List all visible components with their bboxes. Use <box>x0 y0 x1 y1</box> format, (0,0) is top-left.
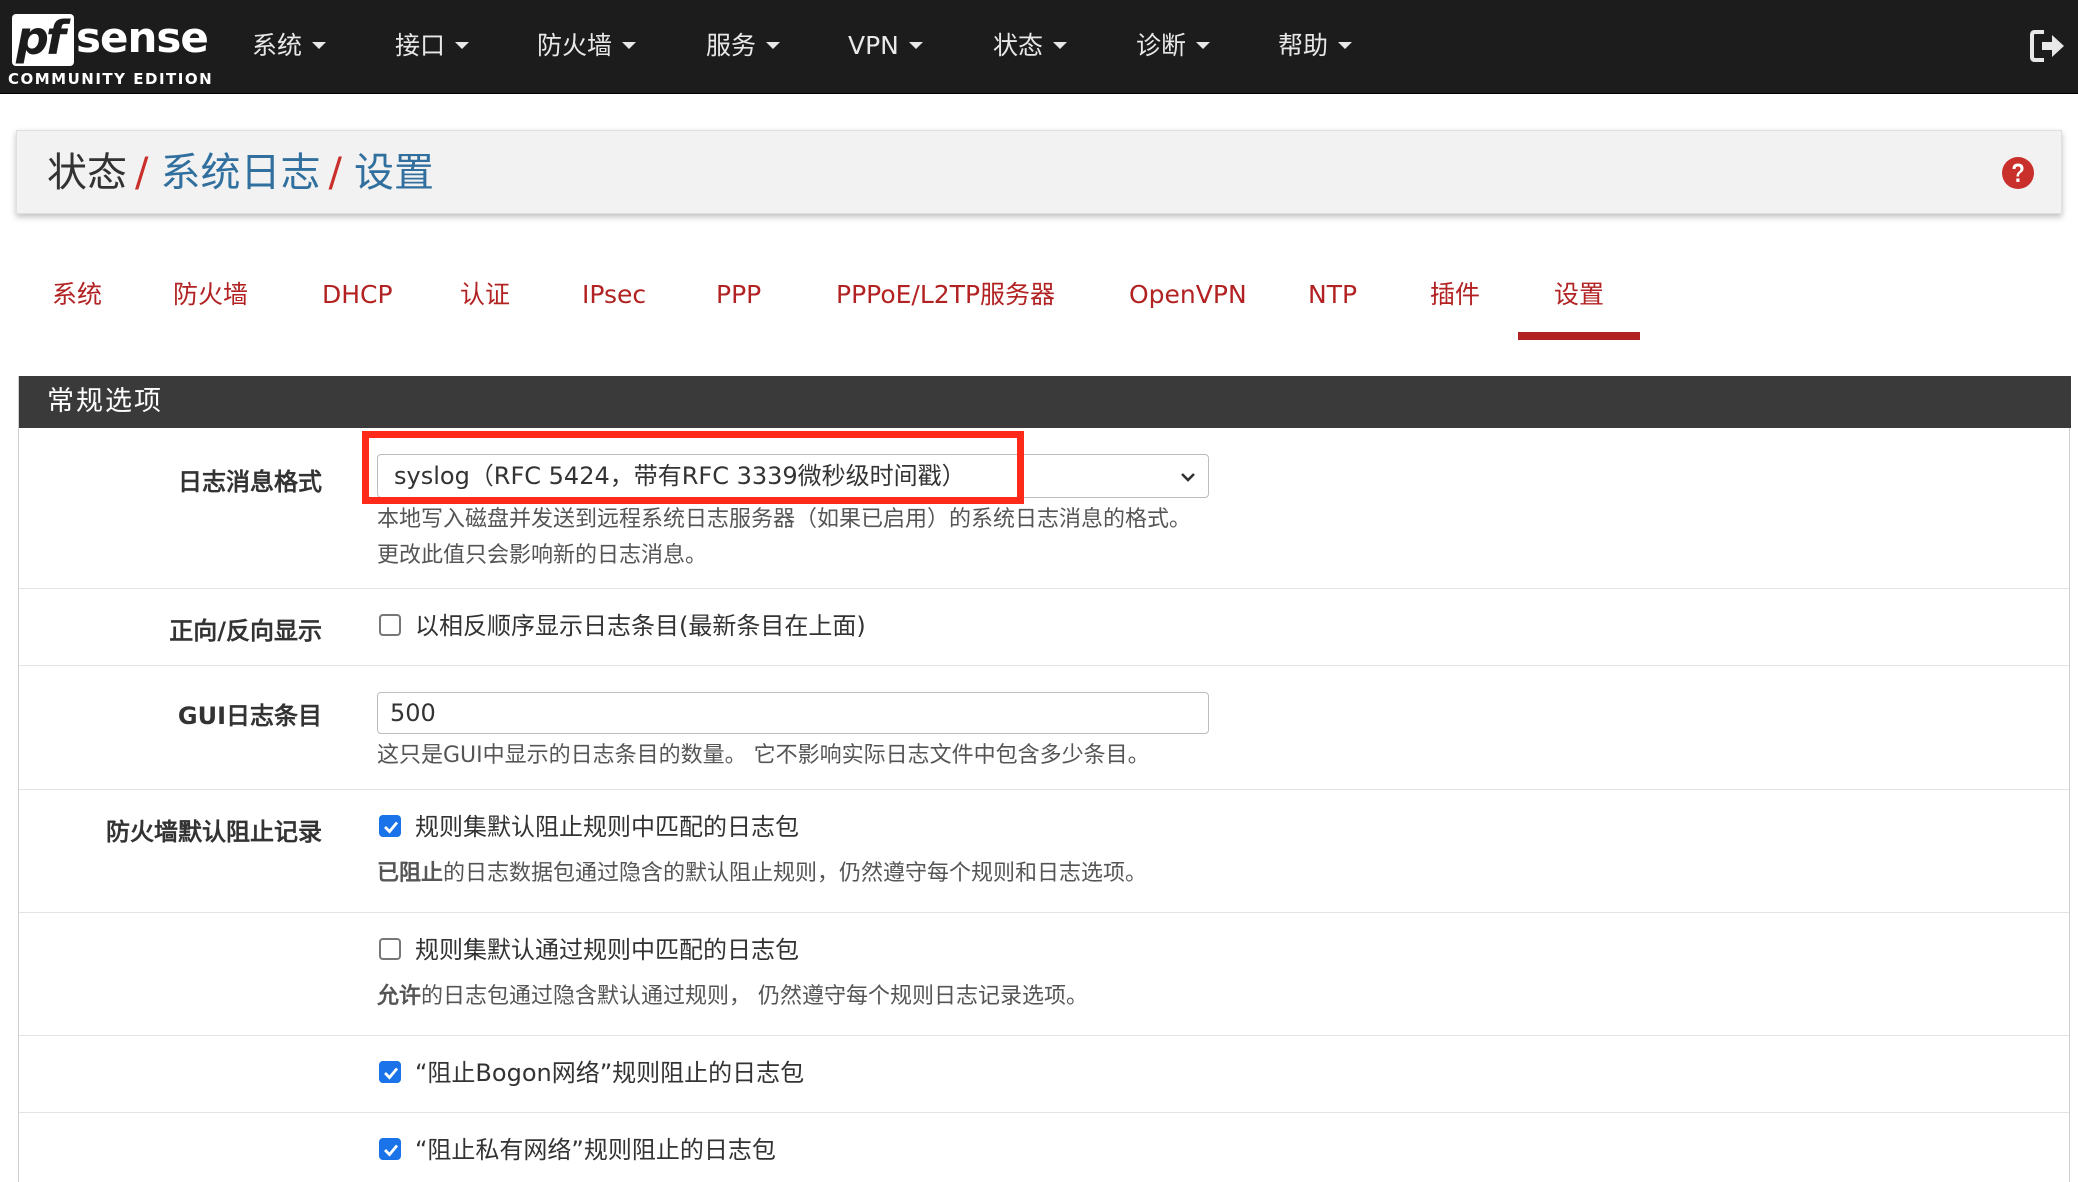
pfsense-logo[interactable]: pf sense COMMUNITY EDITION <box>8 8 212 88</box>
tab-packages[interactable]: 插件 <box>1430 260 1480 340</box>
fw-log-default-pass-help: 允许的日志包通过隐含默认通过规则， 仍然遵守每个规则日志记录选项。 <box>377 979 1088 1015</box>
caret-down-icon <box>312 41 327 49</box>
help-rest-allowed: 的日志包通过隐含默认通过规则， 仍然遵守每个规则日志记录选项。 <box>421 984 1089 1009</box>
tab-ppp[interactable]: PPP <box>716 260 761 340</box>
nav-item-diagnostics[interactable]: 诊断 <box>1136 0 1211 94</box>
caret-down-icon <box>766 41 781 49</box>
breadcrumb-panel: 状态 / 系统日志 / 设置 <box>16 130 2062 214</box>
chevron-down-icon <box>1181 473 1195 482</box>
nav-item-status[interactable]: 状态 <box>993 0 1068 94</box>
fw-log-default-pass-checkbox[interactable] <box>379 938 401 960</box>
nav-item-label: 接口 <box>395 31 446 60</box>
caret-down-icon <box>908 41 923 49</box>
breadcrumb-link-system-logs[interactable]: 系统日志 <box>160 150 320 196</box>
breadcrumb-link-settings[interactable]: 设置 <box>354 150 434 196</box>
caret-down-icon <box>622 41 637 49</box>
breadcrumb-separator: / <box>135 150 149 196</box>
row-fw-default-pass: 规则集默认通过规则中匹配的日志包 允许的日志包通过隐含默认通过规则， 仍然遵守每… <box>19 913 2069 1036</box>
row-firewall-default-block: 防火墙默认阻止记录 规则集默认阻止规则中匹配的日志包 已阻止的日志数据包通过隐含… <box>19 790 2069 913</box>
breadcrumb-root: 状态 <box>47 150 127 196</box>
general-options-panel: 常规选项 日志消息格式 syslog（RFC 5424，带有RFC 3339微秒… <box>18 376 2071 1182</box>
tab-openvpn[interactable]: OpenVPN <box>1129 260 1247 340</box>
row-log-message-format: 日志消息格式 syslog（RFC 5424，带有RFC 3339微秒级时间戳）… <box>19 428 2069 589</box>
nav-item-label: 状态 <box>993 31 1044 60</box>
fw-log-private-label: “阻止私有网络”规则阻止的日志包 <box>415 1136 776 1164</box>
log-format-help-1: 本地写入磁盘并发送到远程系统日志服务器（如果已启用）的系统日志消息的格式。 <box>377 507 1192 532</box>
tab-auth[interactable]: 认证 <box>460 260 510 340</box>
caret-down-icon <box>1338 41 1353 49</box>
logo-sense-text: sense <box>76 13 209 62</box>
nav-item-system[interactable]: 系统 <box>252 0 327 94</box>
fw-block-option-3: “阻止Bogon网络”规则阻止的日志包 <box>379 1058 804 1088</box>
panel-heading: 常规选项 <box>19 376 2071 428</box>
help-bold-allowed: 允许 <box>377 984 422 1009</box>
log-tabs: 系统 防火墙 DHCP 认证 IPsec PPP PPPoE/L2TP服务器 O… <box>0 260 2078 340</box>
nav-item-label: 系统 <box>252 31 303 60</box>
log-format-select[interactable]: syslog（RFC 5424，带有RFC 3339微秒级时间戳） <box>377 454 1209 498</box>
nav-item-label: VPN <box>848 31 899 60</box>
caret-down-icon <box>455 41 470 49</box>
tab-pppoe-l2tp[interactable]: PPPoE/L2TP服务器 <box>836 260 1055 340</box>
reverse-display-option: 以相反顺序显示日志条目(最新条目在上面) <box>379 611 866 641</box>
nav-item-label: 诊断 <box>1136 31 1187 60</box>
fw-log-default-pass-label: 规则集默认通过规则中匹配的日志包 <box>415 936 799 964</box>
fw-block-option-4: “阻止私有网络”规则阻止的日志包 <box>379 1135 776 1165</box>
reverse-display-label: 正向/反向显示 <box>169 617 322 645</box>
fw-log-bogon-label: “阻止Bogon网络”规则阻止的日志包 <box>415 1059 805 1087</box>
tab-dhcp[interactable]: DHCP <box>322 260 393 340</box>
tab-ipsec[interactable]: IPsec <box>582 260 646 340</box>
row-reverse-display: 正向/反向显示 以相反顺序显示日志条目(最新条目在上面) <box>19 589 2069 666</box>
row-fw-private: “阻止私有网络”规则阻止的日志包 <box>19 1113 2069 1182</box>
nav-item-firewall[interactable]: 防火墙 <box>537 0 637 94</box>
log-format-help-2: 更改此值只会影响新的日志消息。 <box>377 543 708 568</box>
fw-block-option-2: 规则集默认通过规则中匹配的日志包 <box>379 935 799 965</box>
gui-log-entries-input[interactable]: 500 <box>377 692 1209 734</box>
nav-item-vpn[interactable]: VPN <box>848 0 923 94</box>
fw-block-option-1: 规则集默认阻止规则中匹配的日志包 <box>379 812 799 842</box>
log-format-label: 日志消息格式 <box>178 468 322 496</box>
sign-out-icon[interactable] <box>2028 26 2068 66</box>
question-circle-icon[interactable] <box>2001 156 2035 190</box>
tab-firewall[interactable]: 防火墙 <box>173 260 248 340</box>
nav-item-label: 防火墙 <box>537 31 613 60</box>
row-fw-bogon: “阻止Bogon网络”规则阻止的日志包 <box>19 1036 2069 1113</box>
breadcrumb-separator: / <box>328 150 342 196</box>
gui-log-entries-help: 这只是GUI中显示的日志条目的数量。 它不影响实际日志文件中包含多少条目。 <box>377 743 1150 768</box>
top-navbar: pf sense COMMUNITY EDITION 系统 接口 防火墙 服务 … <box>0 0 2078 94</box>
breadcrumb: 状态 / 系统日志 / 设置 <box>47 131 434 215</box>
nav-item-services[interactable]: 服务 <box>706 0 781 94</box>
caret-down-icon <box>1196 41 1211 49</box>
log-format-selected-value: syslog（RFC 5424，带有RFC 3339微秒级时间戳） <box>394 462 966 490</box>
reverse-display-checkbox[interactable] <box>379 614 401 636</box>
tab-settings[interactable]: 设置 <box>1517 260 1641 340</box>
caret-down-icon <box>1053 41 1068 49</box>
fw-log-bogon-checkbox[interactable] <box>379 1061 401 1083</box>
row-gui-log-entries: GUI日志条目 500 这只是GUI中显示的日志条目的数量。 它不影响实际日志文… <box>19 666 2069 790</box>
nav-item-label: 帮助 <box>1278 31 1329 60</box>
help-rest-blocked: 的日志数据包通过隐含的默认阻止规则，仍然遵守每个规则和日志选项。 <box>443 861 1148 886</box>
gui-log-entries-label: GUI日志条目 <box>177 702 322 730</box>
nav-item-interfaces[interactable]: 接口 <box>395 0 470 94</box>
fw-log-default-block-label: 规则集默认阻止规则中匹配的日志包 <box>415 813 799 841</box>
tab-system[interactable]: 系统 <box>52 260 102 340</box>
tab-ntp[interactable]: NTP <box>1308 260 1357 340</box>
fw-log-default-block-help: 已阻止的日志数据包通过隐含的默认阻止规则，仍然遵守每个规则和日志选项。 <box>377 856 1147 892</box>
logo-pf-text: pf <box>16 11 66 65</box>
fw-default-block-label: 防火墙默认阻止记录 <box>106 818 322 846</box>
nav-item-label: 服务 <box>706 31 757 60</box>
reverse-display-checkbox-label: 以相反顺序显示日志条目(最新条目在上面) <box>415 612 866 640</box>
help-bold-blocked: 已阻止 <box>377 861 444 886</box>
nav-item-help[interactable]: 帮助 <box>1278 0 1353 94</box>
fw-log-private-checkbox[interactable] <box>379 1138 401 1160</box>
fw-log-default-block-checkbox[interactable] <box>379 815 401 837</box>
logo-edition-text: COMMUNITY EDITION <box>8 70 214 88</box>
